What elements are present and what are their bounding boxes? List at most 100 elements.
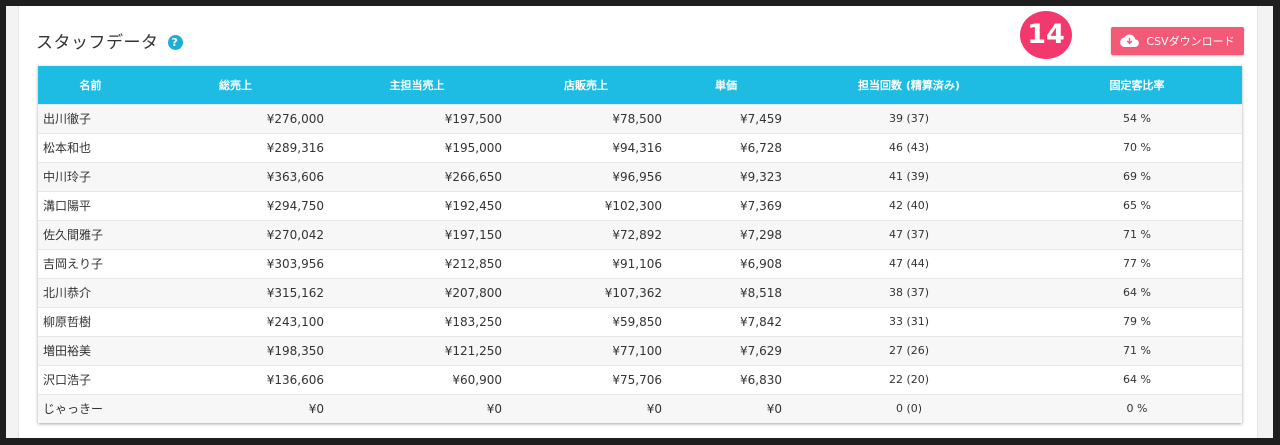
cell-unit-price: ¥7,629 — [740, 343, 782, 358]
cell-retail-sales: ¥78,500 — [612, 111, 662, 126]
cell-main-sales: ¥197,150 — [444, 227, 502, 242]
cell-unit-price: ¥8,518 — [740, 285, 782, 300]
cell-main-sales: ¥0 — [486, 401, 502, 416]
cell-main-sales: ¥266,650 — [444, 169, 502, 184]
csv-download-button[interactable]: CSVダウンロード — [1111, 27, 1244, 55]
column-header-repeat-rate[interactable]: 固定客比率 — [1032, 66, 1242, 104]
cell-name: 沢口浩子 — [43, 373, 92, 387]
cell-total-sales: ¥289,316 — [266, 140, 324, 155]
cell-visit-count: 38 (37) — [888, 286, 930, 299]
cell-unit-price: ¥0 — [766, 401, 782, 416]
cell-visit-count: 0 (0) — [895, 402, 923, 416]
column-header-visit-count[interactable]: 担当回数 (精算済み) — [786, 66, 1032, 104]
cell-repeat-rate: 64 % — [1123, 373, 1151, 386]
section-title-text: スタッフデータ — [36, 33, 159, 53]
staff-table-container: 名前 総売上 主担当売上 店販売上 単価 担当回数 (精算済み) 固定客比率 出… — [38, 66, 1242, 423]
cell-visit-count: 42 (40) — [888, 199, 930, 212]
cell-visit-count: 39 (37) — [888, 112, 930, 125]
cell-total-sales: ¥303,956 — [266, 256, 324, 271]
cell-main-sales: ¥212,850 — [444, 256, 502, 271]
cell-repeat-rate: 64 % — [1123, 286, 1151, 299]
column-header-name[interactable]: 名前 — [38, 66, 143, 104]
section-title: スタッフデータ ? — [36, 28, 183, 53]
table-row: 出川徹子 ¥276,000 ¥197,500 ¥78,500 ¥7,459 39 (37)… — [38, 104, 1242, 133]
table-row: 佐久間雅子 ¥270,042 ¥197,150 ¥72,892 ¥7,298 47 (37… — [38, 220, 1242, 249]
cell-name: 中川玲子 — [43, 170, 92, 184]
cell-main-sales: ¥121,250 — [444, 343, 502, 358]
cell-main-sales: ¥60,900 — [452, 372, 502, 387]
cell-retail-sales: ¥0 — [646, 401, 662, 416]
table-row: 北川恭介 ¥315,162 ¥207,800 ¥107,362 ¥8,518 38 (37… — [38, 278, 1242, 307]
cell-main-sales: ¥192,450 — [444, 198, 502, 213]
table-row: 松本和也 ¥289,316 ¥195,000 ¥94,316 ¥6,728 46 (43)… — [38, 133, 1242, 162]
cell-retail-sales: ¥102,300 — [604, 198, 662, 213]
cell-repeat-rate: 77 % — [1123, 257, 1151, 270]
cell-total-sales: ¥136,606 — [266, 372, 324, 387]
cell-retail-sales: ¥75,706 — [612, 372, 662, 387]
cell-total-sales: ¥276,000 — [266, 111, 324, 126]
cell-unit-price: ¥7,369 — [740, 198, 782, 213]
cell-visit-count: 27 (26) — [888, 344, 930, 357]
cell-retail-sales: ¥72,892 — [612, 227, 662, 242]
cell-unit-price: ¥6,728 — [740, 140, 782, 155]
cell-unit-price: ¥6,908 — [740, 256, 782, 271]
table-row: 柳原哲樹 ¥243,100 ¥183,250 ¥59,850 ¥7,842 33 (31)… — [38, 307, 1242, 336]
cell-repeat-rate: 0 % — [1126, 402, 1148, 416]
cell-name: 増田裕美 — [43, 344, 92, 358]
column-header-unit-price[interactable]: 単価 — [666, 66, 786, 104]
cell-repeat-rate: 69 % — [1123, 170, 1151, 183]
cell-retail-sales: ¥59,850 — [612, 314, 662, 329]
cell-name: 松本和也 — [43, 141, 92, 155]
cell-repeat-rate: 70 % — [1123, 141, 1151, 154]
cell-main-sales: ¥183,250 — [444, 314, 502, 329]
step-badge: 14 — [1020, 11, 1072, 59]
cell-visit-count: 33 (31) — [888, 315, 930, 328]
cell-visit-count: 47 (44) — [888, 257, 930, 270]
cell-unit-price: ¥7,298 — [740, 227, 782, 242]
column-header-retail-sales[interactable]: 店販売上 — [506, 66, 666, 104]
cell-repeat-rate: 54 % — [1123, 112, 1151, 125]
cloud-download-icon — [1120, 34, 1140, 47]
table-header-row: 名前 総売上 主担当売上 店販売上 単価 担当回数 (精算済み) 固定客比率 — [38, 66, 1242, 104]
cell-retail-sales: ¥96,956 — [612, 169, 662, 184]
cell-retail-sales: ¥91,106 — [612, 256, 662, 271]
cell-retail-sales: ¥94,316 — [612, 140, 662, 155]
cell-total-sales: ¥294,750 — [266, 198, 324, 213]
help-icon[interactable]: ? — [167, 34, 183, 50]
cell-total-sales: ¥363,606 — [266, 169, 324, 184]
cell-visit-count: 22 (20) — [888, 373, 930, 386]
cell-unit-price: ¥7,842 — [740, 314, 782, 329]
cell-name: 柳原哲樹 — [43, 315, 92, 329]
cell-visit-count: 47 (37) — [888, 228, 930, 241]
cell-total-sales: ¥270,042 — [266, 227, 324, 242]
cell-main-sales: ¥207,800 — [444, 285, 502, 300]
cell-name: 佐久間雅子 — [43, 228, 104, 242]
cell-unit-price: ¥6,830 — [740, 372, 782, 387]
table-row: 中川玲子 ¥363,606 ¥266,650 ¥96,956 ¥9,323 41 (39)… — [38, 162, 1242, 191]
cell-retail-sales: ¥77,100 — [612, 343, 662, 358]
cell-repeat-rate: 71 % — [1123, 228, 1151, 241]
table-row: じゃっきー ¥0 ¥0 ¥0 ¥0 0 (0) 0 % — [38, 394, 1242, 423]
cell-total-sales: ¥198,350 — [266, 343, 324, 358]
cell-main-sales: ¥195,000 — [444, 140, 502, 155]
table-row: 増田裕美 ¥198,350 ¥121,250 ¥77,100 ¥7,629 27 (26)… — [38, 336, 1242, 365]
staff-table: 名前 総売上 主担当売上 店販売上 単価 担当回数 (精算済み) 固定客比率 出… — [38, 66, 1242, 423]
table-row: 溝口陽平 ¥294,750 ¥192,450 ¥102,300 ¥7,369 42 (40… — [38, 191, 1242, 220]
cell-repeat-rate: 65 % — [1123, 199, 1151, 212]
cell-name: じゃっきー — [43, 402, 104, 417]
cell-unit-price: ¥7,459 — [740, 111, 782, 126]
csv-download-label: CSVダウンロード — [1146, 35, 1235, 48]
cell-total-sales: ¥315,162 — [266, 285, 324, 300]
cell-retail-sales: ¥107,362 — [604, 285, 662, 300]
cell-visit-count: 46 (43) — [888, 141, 930, 154]
column-header-main-sales[interactable]: 主担当売上 — [328, 66, 506, 104]
table-row: 吉岡えり子 ¥303,956 ¥212,850 ¥91,106 ¥6,908 47 (44… — [38, 249, 1242, 278]
cell-name: 出川徹子 — [43, 112, 92, 126]
cell-total-sales: ¥0 — [308, 401, 324, 416]
cell-unit-price: ¥9,323 — [740, 169, 782, 184]
cell-repeat-rate: 71 % — [1123, 344, 1151, 357]
column-header-total-sales[interactable]: 総売上 — [143, 66, 328, 104]
table-row: 沢口浩子 ¥136,606 ¥60,900 ¥75,706 ¥6,830 22 (20) 6… — [38, 365, 1242, 394]
cell-name: 吉岡えり子 — [43, 257, 104, 271]
cell-main-sales: ¥197,500 — [444, 111, 502, 126]
